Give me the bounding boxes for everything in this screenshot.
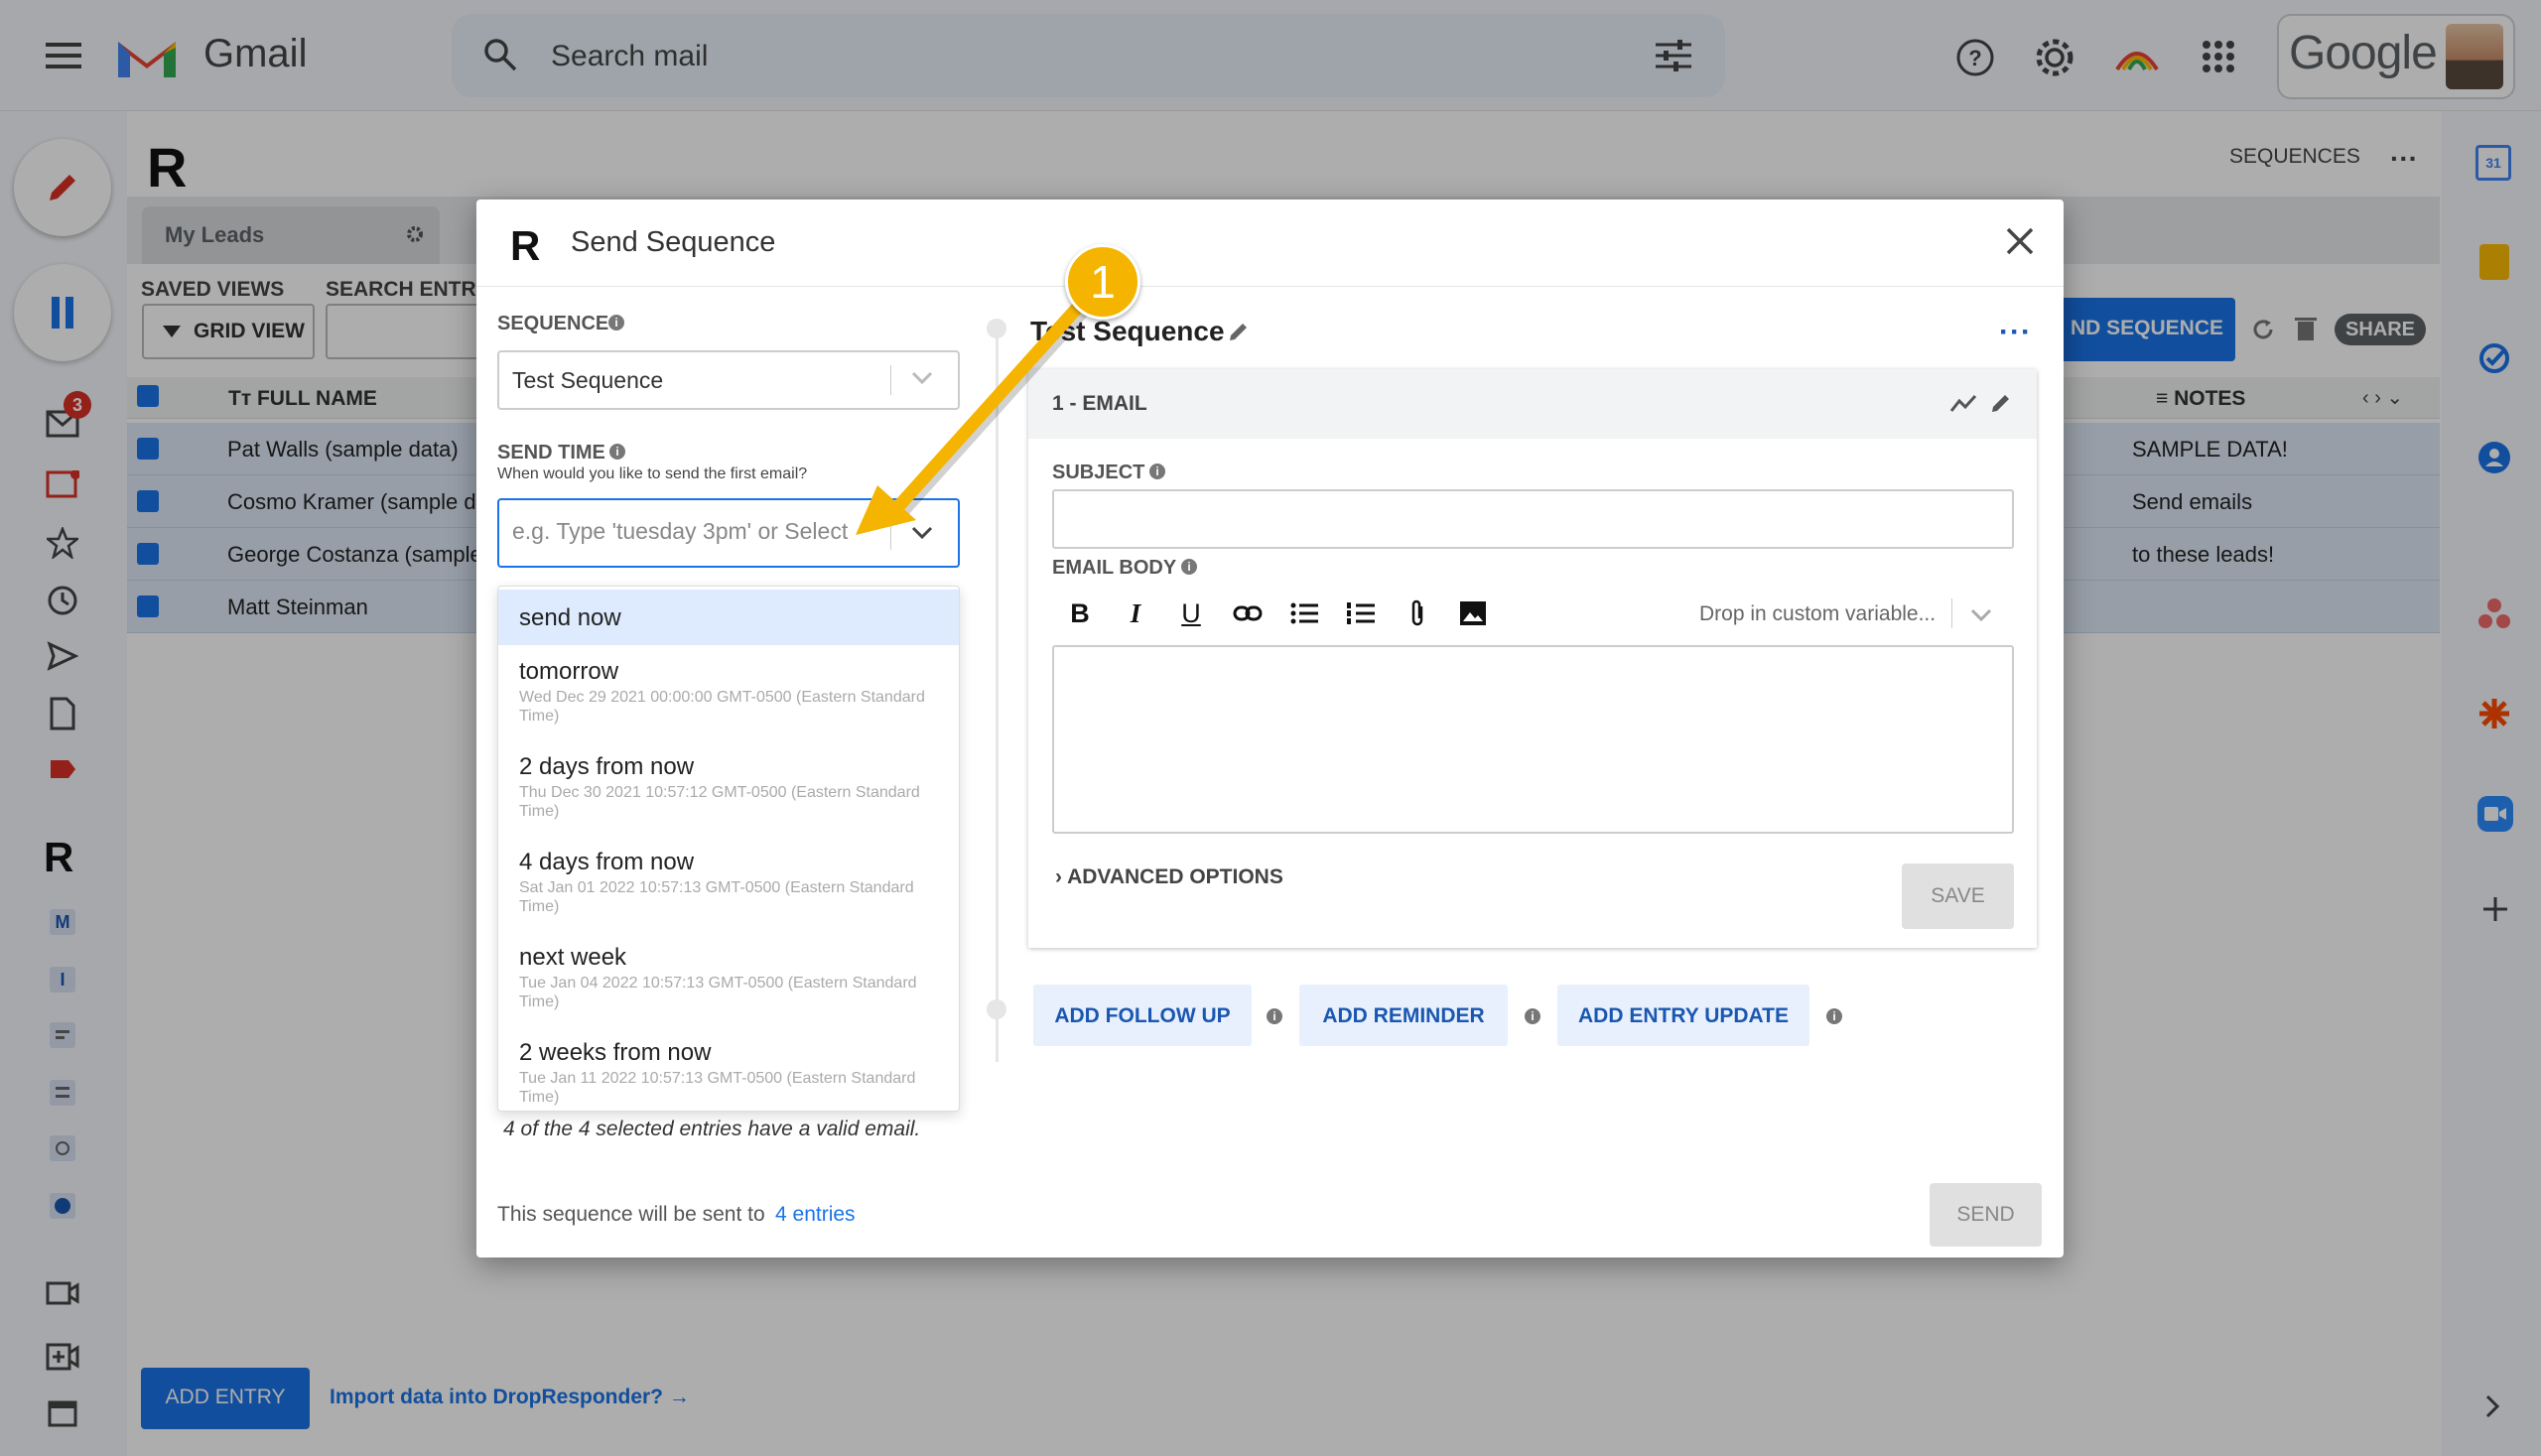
step-badge-number: 1 [1090, 256, 1116, 308]
annotation-arrow [856, 289, 1099, 535]
